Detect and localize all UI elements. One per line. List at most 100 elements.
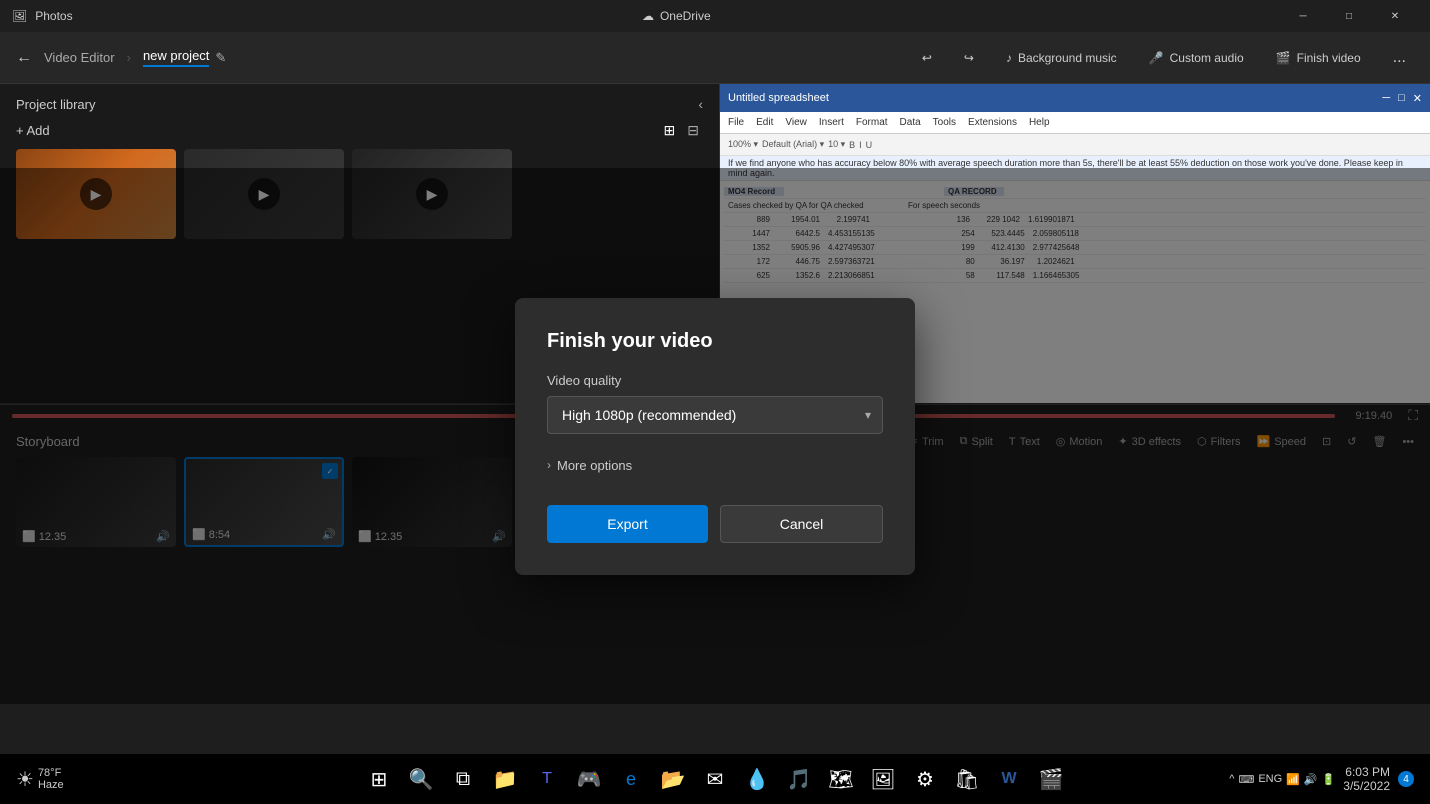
weather-icon: ☀ <box>16 767 34 792</box>
word-button[interactable]: W <box>991 761 1027 797</box>
photos-button[interactable]: 🖼 <box>865 761 901 797</box>
menu-help[interactable]: Help <box>1029 117 1050 128</box>
onedrive-label: OneDrive <box>660 9 711 23</box>
cancel-button[interactable]: Cancel <box>720 505 883 543</box>
more-options-button[interactable]: › More options <box>547 450 883 481</box>
menu-extensions[interactable]: Extensions <box>968 117 1017 128</box>
finish-video-label: Finish video <box>1297 51 1361 65</box>
search-button[interactable]: 🔍 <box>403 761 439 797</box>
sheet-italic[interactable]: I <box>859 140 862 150</box>
redo-button[interactable]: ↪ <box>956 47 982 69</box>
breadcrumb-separator: › <box>127 50 131 65</box>
start-button[interactable]: ⊞ <box>361 761 397 797</box>
view-toggle: ⊞ ⊟ <box>660 120 703 141</box>
add-media-button[interactable]: + Add <box>16 123 50 138</box>
audio-icon: 🎤 <box>1149 51 1164 65</box>
sheet-underline[interactable]: U <box>866 140 873 150</box>
wifi-icon: 📶 <box>1286 773 1300 786</box>
custom-audio-button[interactable]: 🎤 Custom audio <box>1141 47 1252 69</box>
menu-file[interactable]: File <box>728 117 744 128</box>
sheet-maximize[interactable]: □ <box>1398 92 1405 105</box>
toolbar-actions: ↩ ↪ ♪ Background music 🎤 Custom audio 🎬 … <box>914 45 1414 71</box>
sheet-toolbar-cell: 100% ▾ <box>728 139 758 150</box>
sheet-bold[interactable]: B <box>849 140 855 150</box>
spotify-button[interactable]: 🎵 <box>781 761 817 797</box>
collapse-button[interactable]: ‹ <box>698 96 703 112</box>
minimize-button[interactable]: ─ <box>1280 0 1326 32</box>
sheet-minimize[interactable]: ─ <box>1382 92 1390 105</box>
menu-view[interactable]: View <box>785 117 807 128</box>
menu-format[interactable]: Format <box>856 117 888 128</box>
sheet-menu-bar: File Edit View Insert Format Data Tools … <box>720 112 1430 134</box>
project-name-label: new project <box>143 48 209 67</box>
list-view-button[interactable]: ⊟ <box>683 120 703 141</box>
finish-video-modal: Finish your video Video quality High 108… <box>515 298 915 575</box>
file-explorer-button[interactable]: 📁 <box>487 761 523 797</box>
battery-icon: 🔋 <box>1322 773 1336 786</box>
sheet-window-controls: ─ □ ✕ <box>1382 92 1422 105</box>
menu-tools[interactable]: Tools <box>933 117 956 128</box>
menu-edit[interactable]: Edit <box>756 117 773 128</box>
taskbar-right: ^ ⌨ ENG 📶 🔊 🔋 6:03 PM 3/5/2022 4 <box>1229 765 1414 793</box>
vlc-button[interactable]: 🎬 <box>1033 761 1069 797</box>
xbox-button[interactable]: 🎮 <box>571 761 607 797</box>
music-icon: ♪ <box>1006 51 1012 65</box>
teams-button[interactable]: T <box>529 761 565 797</box>
clock-date: 3/5/2022 <box>1343 779 1390 793</box>
temperature: 78°F <box>38 767 64 779</box>
main-content: Project library ‹ + Add ⊞ ⊟ ▶ <box>0 84 1430 754</box>
notification-button[interactable]: 4 <box>1398 771 1414 787</box>
edit-project-name-button[interactable]: ✎ <box>215 50 226 66</box>
dropbox-button[interactable]: 💧 <box>739 761 775 797</box>
chevron-right-icon: › <box>547 458 551 472</box>
clock-time: 6:03 PM <box>1343 765 1390 779</box>
finish-video-button[interactable]: 🎬 Finish video <box>1268 47 1369 69</box>
mail-button[interactable]: ✉ <box>697 761 733 797</box>
lang-indicator: ENG <box>1258 773 1282 785</box>
background-music-button[interactable]: ♪ Background music <box>998 47 1125 69</box>
export-button[interactable]: Export <box>547 505 708 543</box>
modal-title: Finish your video <box>547 330 883 353</box>
sheet-close[interactable]: ✕ <box>1413 92 1422 105</box>
app-title: Photos <box>35 9 72 23</box>
close-button[interactable]: ✕ <box>1372 0 1418 32</box>
quality-label: Video quality <box>547 373 883 388</box>
files-button[interactable]: 📂 <box>655 761 691 797</box>
volume-icon[interactable]: 🔊 <box>1304 773 1318 786</box>
titlebar-controls: ─ □ ✕ <box>1280 0 1418 32</box>
project-library-title: Project library <box>16 97 95 112</box>
modal-overlay: Finish your video Video quality High 108… <box>0 168 1430 704</box>
grid-view-button[interactable]: ⊞ <box>660 120 680 141</box>
taskbar-apps: ⊞ 🔍 ⧉ 📁 T 🎮 e 📂 ✉ 💧 🎵 🗺 🖼 ⚙ 🛍 W 🎬 <box>361 761 1069 797</box>
sheet-title: Untitled spreadsheet <box>728 92 829 104</box>
finish-icon: 🎬 <box>1276 51 1291 65</box>
weather-info: 78°F Haze <box>38 767 64 791</box>
maps-button[interactable]: 🗺 <box>823 761 859 797</box>
app-icon: 🖼 <box>12 9 27 23</box>
tray-expand-button[interactable]: ^ <box>1229 773 1234 785</box>
redo-icon: ↪ <box>964 51 974 65</box>
clock[interactable]: 6:03 PM 3/5/2022 <box>1343 765 1390 793</box>
undo-icon: ↩ <box>922 51 932 65</box>
more-options-label: More options <box>557 458 632 473</box>
more-options-toolbar-button[interactable]: ... <box>1385 45 1414 71</box>
sheet-titlebar: Untitled spreadsheet ─ □ ✕ <box>720 84 1430 112</box>
onedrive-icon: ☁ <box>642 9 654 23</box>
menu-insert[interactable]: Insert <box>819 117 844 128</box>
taskbar-left: ☀ 78°F Haze <box>16 767 64 792</box>
sheet-font: Default (Arial) ▾ <box>762 139 824 150</box>
maximize-button[interactable]: □ <box>1326 0 1372 32</box>
task-view-button[interactable]: ⧉ <box>445 761 481 797</box>
quality-select-wrapper: High 1080p (recommended) Medium 720p Low… <box>547 396 883 434</box>
project-toolbar: + Add ⊞ ⊟ <box>0 120 719 149</box>
modal-buttons: Export Cancel <box>547 505 883 543</box>
edge-button[interactable]: e <box>613 761 649 797</box>
undo-button[interactable]: ↩ <box>914 47 940 69</box>
quality-select[interactable]: High 1080p (recommended) Medium 720p Low… <box>547 396 883 434</box>
onedrive-area: ☁ OneDrive <box>642 9 711 23</box>
store-button[interactable]: 🛍 <box>949 761 985 797</box>
back-button[interactable]: ← <box>16 49 32 67</box>
menu-data[interactable]: Data <box>900 117 921 128</box>
settings-button[interactable]: ⚙ <box>907 761 943 797</box>
weather-widget[interactable]: ☀ 78°F Haze <box>16 767 64 792</box>
